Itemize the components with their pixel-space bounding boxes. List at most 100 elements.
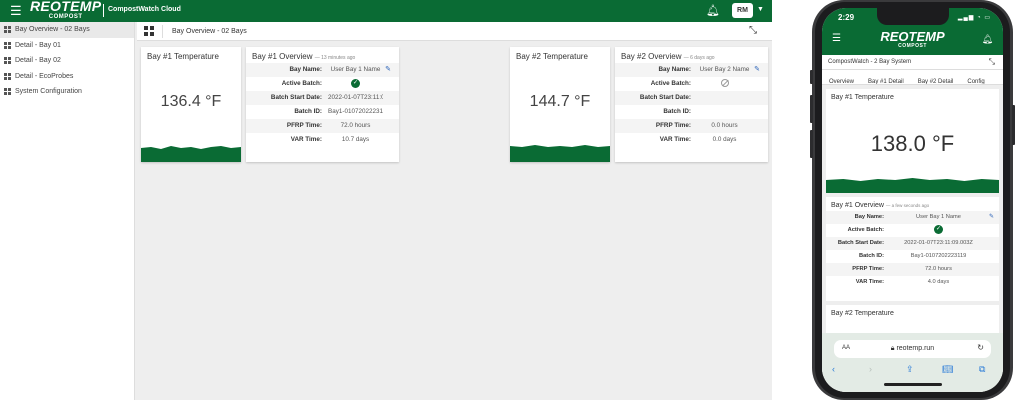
row-key: Bay Name: — [289, 66, 322, 73]
phone-volume-down — [810, 130, 813, 158]
notification-bell-icon[interactable]: 🔔︎ — [982, 34, 993, 45]
row-key: VAR Time: — [855, 279, 884, 285]
mobile-tabs: Overview Bay #1 Detail Bay #2 Detail Config — [822, 70, 1003, 85]
share-icon[interactable]: ⇪ — [906, 364, 914, 375]
divider — [162, 25, 163, 38]
row-key: Batch ID: — [294, 108, 322, 116]
temperature-value: 136.4 °F — [160, 93, 222, 110]
row-value: ✓ — [328, 77, 383, 91]
overview-table: Bay Name: User Bay 1 Name ✎ Active Batch: ✓… — [246, 63, 399, 148]
check-circle-icon: ✓ — [351, 78, 360, 88]
table-row: VAR Time: 0.0 days — [615, 133, 768, 147]
panel-title: Bay #2 Overview — 6 days ago — [621, 52, 715, 61]
panel-title-text: Bay #1 Overview — [831, 202, 884, 209]
address-bar[interactable]: AA 🔒︎ reotemp.run ↻ — [834, 340, 991, 358]
sidebar-item-label: Detail - EcoProbes — [15, 72, 74, 80]
table-row: Batch Start Date: 2022-01-07T23:11:09... — [246, 91, 399, 106]
table-row: Batch Start Date: — [615, 91, 768, 106]
url-value: reotemp.run — [896, 345, 935, 352]
row-value: 10.7 days — [341, 136, 370, 144]
reotemp-logo[interactable]: REOTEMP COMPOST — [822, 30, 1003, 49]
bay1-temperature-panel: Bay #1 Temperature 136.4 °F — [141, 47, 241, 162]
table-row: Batch ID: Bay1-0107202223119 — [246, 105, 399, 119]
reotemp-logo[interactable]: REOTEMP COMPOST — [30, 0, 101, 20]
back-icon[interactable]: ‹ — [832, 364, 835, 374]
logo-subtext: COMPOST — [48, 14, 83, 20]
temperature-value: 138.0 °F — [870, 131, 955, 156]
row-key: Batch Start Date: — [270, 94, 322, 102]
home-indicator — [884, 383, 942, 386]
row-key: Batch Start Date: — [639, 94, 691, 102]
pencil-icon[interactable]: ✎ — [989, 211, 994, 224]
tabs-icon[interactable]: ⧉ — [979, 364, 985, 375]
last-updated: — 6 days ago — [683, 55, 715, 61]
dashboard-icon — [4, 88, 11, 95]
panel-title: Bay #1 Overview — a few seconds ago — [831, 202, 929, 209]
overview-table: Bay Name: User Bay 1 Name ✎ Active Batch: ✓… — [826, 211, 999, 289]
panel-title: Bay #2 Temperature — [516, 52, 588, 61]
phone-notch — [877, 8, 949, 25]
tab-bay2-detail[interactable]: Bay #2 Detail — [911, 75, 961, 84]
dashboard-icon — [4, 57, 11, 64]
row-key: Bay Name: — [854, 214, 884, 220]
breadcrumb[interactable]: Bay Overview - 02 Bays — [172, 28, 247, 35]
fullscreen-icon[interactable]: ⤡ — [989, 57, 995, 67]
tab-config[interactable]: Config — [960, 75, 991, 84]
panel-title-text: Bay #1 Overview — [252, 52, 313, 61]
signal-wifi-battery-icon: ▂▄▆ ◔ ▭ — [957, 15, 991, 21]
sidebar-item-label: Bay Overview - 02 Bays — [15, 26, 90, 33]
row-value: Bay1-0107202223119 — [328, 108, 383, 116]
temperature-value: 144.7 °F — [529, 93, 591, 110]
dashboard-list-icon[interactable] — [144, 26, 154, 36]
table-row: Bay Name: User Bay 2 Name ✎ — [615, 63, 768, 78]
sidebar-item-detail-ecoprobes[interactable]: Detail - EcoProbes — [0, 69, 134, 85]
hamburger-menu-icon[interactable]: ☰ — [10, 4, 22, 18]
bay1-temperature-panel: Bay #1 Temperature 138.0 °F — [826, 89, 999, 193]
row-value: 0.0 hours — [711, 122, 738, 130]
user-avatar[interactable]: RM — [732, 3, 753, 18]
row-value: 72.0 hours — [340, 122, 371, 130]
row-key: Batch Start Date: — [837, 240, 884, 246]
bay1-overview-panel: Bay #1 Overview — 13 minutes ago Bay Nam… — [246, 47, 399, 162]
tab-bay1-detail[interactable]: Bay #1 Detail — [861, 75, 911, 84]
forward-icon[interactable]: › — [869, 364, 872, 374]
panel-title-text: Bay #2 Overview — [621, 52, 682, 61]
logo-subtext: COMPOST — [898, 43, 927, 49]
notification-bell-icon[interactable]: 🔔︎ — [706, 4, 720, 17]
dashboard-icon — [4, 41, 11, 49]
panel-title: Bay #1 Temperature — [831, 94, 894, 101]
row-key: Batch ID: — [859, 253, 884, 259]
chevron-down-icon[interactable]: ▼ — [757, 6, 764, 13]
dashboard-icon — [4, 72, 11, 80]
row-value: User Bay 1 Name — [916, 214, 961, 220]
row-key: PFRP Time: — [655, 122, 691, 130]
table-row: VAR Time: 4.0 days — [826, 276, 999, 289]
table-row: Active Batch: ✓ — [826, 224, 999, 237]
temperature-sparkline — [826, 178, 999, 193]
dashboard-icon — [4, 26, 11, 33]
row-key: VAR Time: — [659, 136, 691, 144]
sidebar-item-system-configuration[interactable]: System Configuration — [0, 84, 134, 100]
tab-overview[interactable]: Overview — [822, 75, 861, 84]
bay1-overview-panel: Bay #1 Overview — a few seconds ago Bay … — [826, 197, 999, 301]
system-title: CompostWatch - 2 Bay System — [828, 59, 912, 65]
logo-text: REOTEMP — [880, 29, 945, 44]
bookmarks-icon[interactable]: 📖︎ — [942, 364, 953, 375]
reload-icon[interactable]: ↻ — [977, 343, 984, 352]
sidebar-item-detail-bay-02[interactable]: Detail - Bay 02 — [0, 53, 134, 69]
mobile-subheader: CompostWatch - 2 Bay System ⤡ — [822, 55, 1003, 70]
temperature-sparkline — [510, 145, 610, 162]
pencil-icon[interactable]: ✎ — [385, 63, 391, 77]
sidebar: Bay Overview - 02 Bays Detail - Bay 01 D… — [0, 22, 135, 400]
temperature-sparkline — [141, 146, 241, 162]
table-row: Batch Start Date: 2022-01-07T23:11:09.003… — [826, 237, 999, 250]
row-value: User Bay 2 Name — [699, 66, 750, 73]
table-row: Batch ID: Bay1-0107202223119 — [826, 250, 999, 263]
table-row: PFRP Time: 0.0 hours — [615, 119, 768, 134]
fullscreen-icon[interactable]: ⤡ — [749, 25, 757, 36]
check-circle-icon: ✓ — [934, 225, 943, 234]
pencil-icon[interactable]: ✎ — [754, 63, 760, 77]
sidebar-item-bay-overview[interactable]: Bay Overview - 02 Bays — [0, 22, 134, 38]
logo-text: REOTEMP — [30, 0, 102, 14]
sidebar-item-detail-bay-01[interactable]: Detail - Bay 01 — [0, 38, 134, 54]
